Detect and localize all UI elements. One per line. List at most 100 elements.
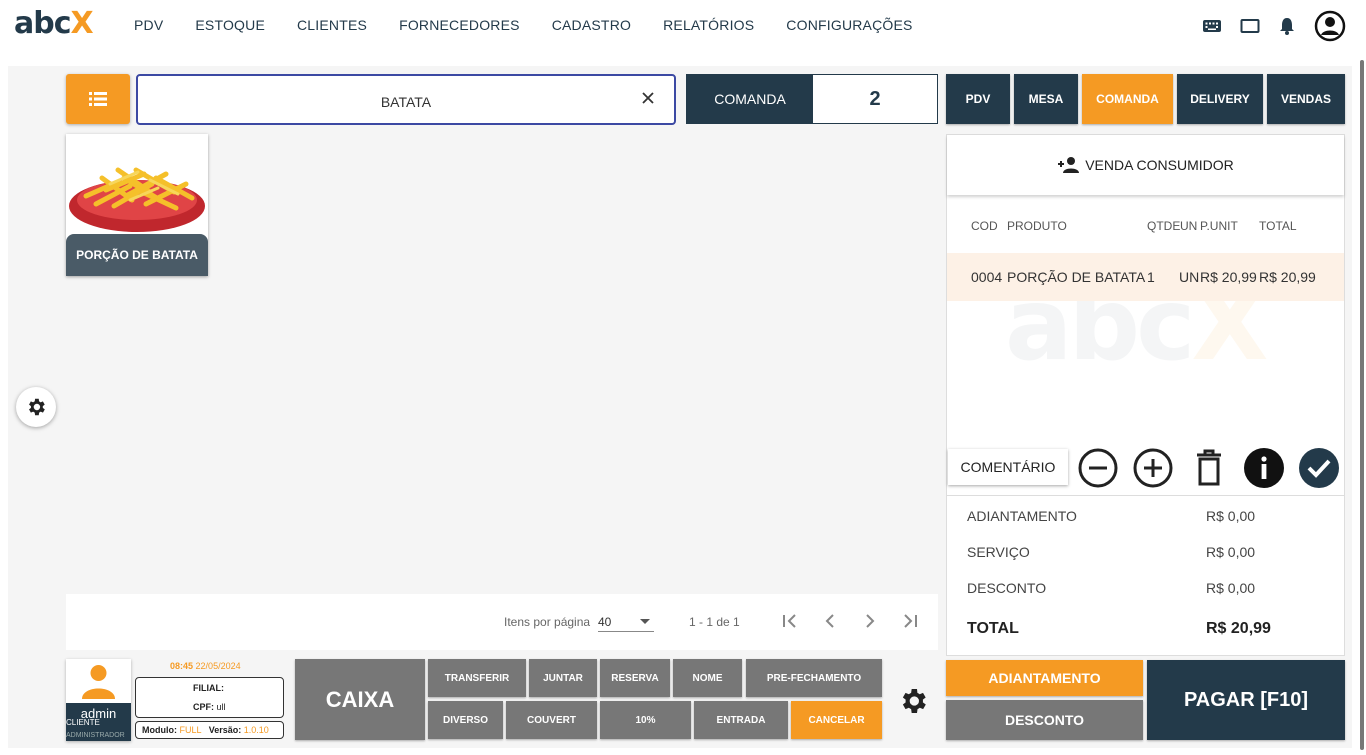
modulo-value: FULL: [179, 725, 202, 735]
cart-panel: abcX VENDA CONSUMIDOR COD PRODUTO QTDE U…: [946, 134, 1345, 656]
col-punit: P.UNIT: [1200, 219, 1238, 233]
prev-page-icon[interactable]: [820, 611, 840, 636]
user-role-2: ADMINISTRADOR: [66, 732, 125, 739]
tab-delivery[interactable]: DELIVERY: [1177, 74, 1263, 124]
items-per-page-select[interactable]: 40: [598, 612, 654, 632]
product-image: [69, 167, 205, 232]
dez-porcento-button[interactable]: 10%: [600, 701, 691, 739]
diverso-button[interactable]: DIVERSO: [428, 701, 503, 739]
plus-circle-icon[interactable]: [1132, 447, 1174, 489]
gear-icon[interactable]: [897, 685, 929, 722]
row-qtde: 1: [1147, 269, 1155, 285]
nav-relatorios[interactable]: RELATÓRIOS: [663, 17, 754, 33]
pre-fechamento-button[interactable]: PRE-FECHAMENTO: [746, 659, 882, 697]
servico-label: SERVIÇO: [967, 544, 1030, 560]
first-page-icon[interactable]: [780, 611, 800, 636]
pagar-button[interactable]: PAGAR [F10]: [1147, 660, 1345, 740]
comanda-selector: COMANDA 2: [686, 74, 938, 124]
page-range: 1 - 1 de 1: [689, 615, 740, 629]
user-name-plate: admin CLIENTE ADMINISTRADOR: [66, 703, 131, 741]
nav-configuracoes[interactable]: CONFIGURAÇÕES: [786, 17, 912, 33]
user-role: CLIENTE: [66, 718, 100, 727]
category-menu-button[interactable]: [66, 74, 130, 124]
tab-mesa[interactable]: MESA: [1014, 74, 1078, 124]
person-add-icon: [1058, 157, 1080, 173]
logo-x: X: [70, 6, 94, 41]
trash-icon[interactable]: [1188, 447, 1230, 489]
adiantamento-button[interactable]: ADIANTAMENTO: [946, 660, 1143, 696]
tab-pdv[interactable]: PDV: [946, 74, 1010, 124]
datetime: 08:45 22/05/2024: [170, 661, 241, 671]
items-per-page-label: Itens por página: [504, 615, 591, 629]
venda-consumidor-button[interactable]: VENDA CONSUMIDOR: [947, 135, 1344, 195]
total-value: R$ 20,99: [1206, 620, 1271, 637]
product-search-input[interactable]: BATATA: [136, 74, 676, 125]
nav-clientes[interactable]: CLIENTES: [297, 17, 367, 33]
versao-value: 1.0.10: [243, 725, 269, 735]
venda-consumidor-label: VENDA CONSUMIDOR: [1085, 157, 1234, 173]
entrada-button[interactable]: ENTRADA: [694, 701, 788, 739]
info-icon[interactable]: [1243, 447, 1285, 489]
desconto-button[interactable]: DESCONTO: [946, 700, 1143, 740]
nav-fornecedores[interactable]: FORNECEDORES: [399, 17, 520, 33]
nav-cadastro[interactable]: CADASTRO: [552, 17, 631, 33]
app-logo[interactable]: abcX: [14, 6, 94, 41]
desconto-value: R$ 0,00: [1206, 580, 1256, 596]
col-qtde: QTDE: [1147, 219, 1181, 233]
keyboard-icon[interactable]: [1202, 18, 1222, 34]
col-cod: COD: [971, 219, 998, 233]
servico-value: R$ 0,00: [1206, 544, 1256, 560]
minus-circle-icon[interactable]: [1077, 447, 1119, 489]
nome-button[interactable]: NOME: [673, 659, 742, 697]
col-un: UN: [1180, 219, 1198, 233]
tab-comanda[interactable]: COMANDA: [1082, 74, 1173, 124]
col-produto: PRODUTO: [1007, 219, 1067, 233]
row-total: R$ 20,99: [1259, 269, 1316, 285]
filial-label: FILIAL:: [193, 683, 224, 693]
top-bar: abcX PDV ESTOQUE CLIENTES FORNECEDORES C…: [0, 0, 1366, 52]
row-punit: R$ 20,99: [1200, 269, 1257, 285]
cpf-label: CPF:: [193, 702, 214, 712]
user-avatar-card[interactable]: admin CLIENTE ADMINISTRADOR: [66, 659, 131, 741]
nav-estoque[interactable]: ESTOQUE: [195, 17, 265, 33]
comanda-label: COMANDA: [687, 75, 813, 123]
check-circle-icon[interactable]: [1298, 447, 1340, 489]
search-value: BATATA: [380, 94, 432, 110]
reserva-button[interactable]: RESERVA: [600, 659, 670, 697]
next-page-icon[interactable]: [860, 611, 880, 636]
comentario-button[interactable]: COMENTÁRIO: [948, 449, 1068, 485]
modulo-label: Modulo:: [142, 725, 177, 735]
nav-pdv[interactable]: PDV: [134, 17, 163, 33]
mode-tabs: PDV MESA COMANDA DELIVERY VENDAS: [946, 74, 1349, 124]
gear-icon: [29, 398, 45, 416]
cancelar-button[interactable]: CANCELAR: [791, 701, 882, 739]
page-scrollbar[interactable]: [1360, 60, 1364, 750]
last-page-icon[interactable]: [900, 611, 920, 636]
comanda-number-input[interactable]: 2: [813, 75, 937, 123]
close-icon[interactable]: [640, 90, 656, 111]
row-cod: 0004: [971, 269, 1003, 285]
product-card[interactable]: PORÇÃO DE BATATA: [66, 134, 208, 276]
cpf-value: ull: [216, 702, 226, 712]
bell-icon[interactable]: [1278, 16, 1296, 36]
adiantamento-value: R$ 0,00: [1206, 508, 1256, 524]
filial-info: FILIAL: CPF: ull: [135, 677, 284, 718]
desconto-label: DESCONTO: [967, 580, 1047, 596]
juntar-button[interactable]: JUNTAR: [529, 659, 597, 697]
total-label: TOTAL: [967, 620, 1019, 637]
transferir-button[interactable]: TRANSFERIR: [428, 659, 526, 697]
settings-fab[interactable]: [16, 387, 56, 427]
couvert-button[interactable]: COUVERT: [506, 701, 597, 739]
account-circle-icon[interactable]: [1314, 10, 1346, 42]
logo-text: abc: [14, 6, 72, 41]
versao-label: Versão:: [208, 725, 242, 735]
totals-section: ADIANTAMENTO R$ 0,00 SERVIÇO R$ 0,00 DES…: [947, 495, 1344, 637]
cpf-line: CPF: ull: [193, 702, 226, 712]
tab-vendas[interactable]: VENDAS: [1267, 74, 1345, 124]
caixa-button[interactable]: CAIXA: [295, 659, 425, 740]
top-icons: [1184, 10, 1346, 42]
items-per-page-value: 40: [598, 615, 612, 629]
row-produto: PORÇÃO DE BATATA: [1007, 269, 1146, 285]
adiantamento-label: ADIANTAMENTO: [967, 508, 1077, 524]
monitor-icon[interactable]: [1240, 18, 1260, 34]
